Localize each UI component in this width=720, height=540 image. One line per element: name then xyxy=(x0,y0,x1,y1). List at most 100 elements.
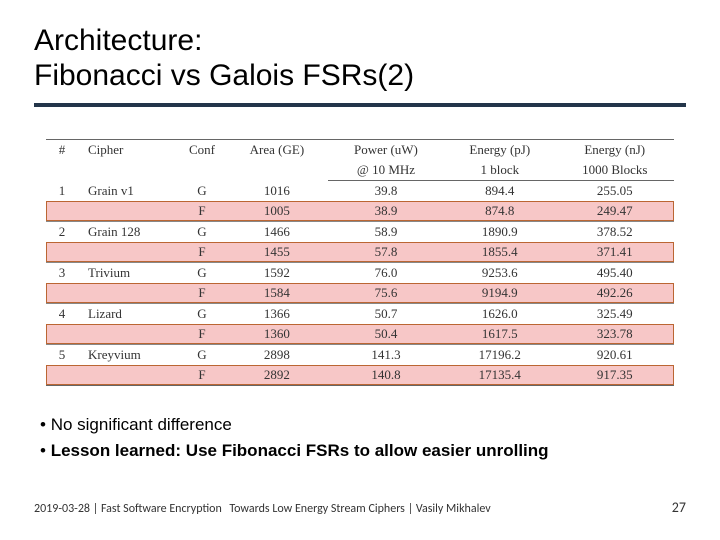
cell-cipher xyxy=(78,365,178,386)
cell-e1: 9194.9 xyxy=(444,283,555,304)
col-num-header: # xyxy=(46,140,78,181)
comparison-table-wrap: # Cipher Conf Area (GE) Power (uW) Energ… xyxy=(0,115,720,394)
footer-left: 2019-03-28 | Fast Software Encryption xyxy=(34,502,222,516)
cell-area: 1584 xyxy=(226,283,328,304)
cell-conf: G xyxy=(178,304,226,325)
cell-cipher: Lizard xyxy=(78,304,178,325)
col-energy1-sub: 1 block xyxy=(444,160,555,181)
cell-conf: F xyxy=(178,242,226,263)
cell-num: 2 xyxy=(46,222,78,243)
cell-cipher: Grain v1 xyxy=(78,181,178,202)
cell-num xyxy=(46,365,78,386)
cell-area: 1016 xyxy=(226,181,328,202)
cell-e1: 17135.4 xyxy=(444,365,555,386)
cell-power: 141.3 xyxy=(328,345,444,366)
header-row-1: # Cipher Conf Area (GE) Power (uW) Energ… xyxy=(46,140,674,161)
comparison-table: # Cipher Conf Area (GE) Power (uW) Energ… xyxy=(46,139,674,386)
col-energy1-header: Energy (pJ) xyxy=(444,140,555,161)
cell-conf: G xyxy=(178,345,226,366)
cell-power: 50.4 xyxy=(328,324,444,345)
cell-power: 50.7 xyxy=(328,304,444,325)
slide-footer: 2019-03-28 | Fast Software Encryption To… xyxy=(0,499,720,516)
cell-conf: F xyxy=(178,283,226,304)
cell-e2: 378.52 xyxy=(556,222,675,243)
table-row: 5KreyviumG2898141.317196.2920.61 xyxy=(46,345,674,366)
cell-conf: G xyxy=(178,181,226,202)
cell-cipher: Grain 128 xyxy=(78,222,178,243)
cell-area: 1005 xyxy=(226,201,328,222)
cell-e2: 371.41 xyxy=(556,242,675,263)
cell-num: 4 xyxy=(46,304,78,325)
col-conf-header: Conf xyxy=(178,140,226,181)
bullet-1: No significant difference xyxy=(40,412,680,438)
cell-e2: 492.26 xyxy=(556,283,675,304)
cell-num xyxy=(46,242,78,263)
table-row: F136050.41617.5323.78 xyxy=(46,324,674,345)
cell-num xyxy=(46,283,78,304)
cell-e1: 874.8 xyxy=(444,201,555,222)
bullet-2-lead: Lesson learned: xyxy=(51,441,181,460)
cell-cipher xyxy=(78,201,178,222)
cell-conf: F xyxy=(178,365,226,386)
bullet-2: Lesson learned: Use Fibonacci FSRs to al… xyxy=(40,438,680,464)
cell-conf: F xyxy=(178,201,226,222)
table-row: F100538.9874.8249.47 xyxy=(46,201,674,222)
cell-cipher: Trivium xyxy=(78,263,178,284)
cell-area: 2892 xyxy=(226,365,328,386)
cell-conf: G xyxy=(178,263,226,284)
col-energy2-sub: 1000 Blocks xyxy=(556,160,675,181)
cell-e1: 1626.0 xyxy=(444,304,555,325)
title-rule xyxy=(34,103,686,107)
cell-area: 1466 xyxy=(226,222,328,243)
page-number: 27 xyxy=(672,499,686,516)
cell-conf: F xyxy=(178,324,226,345)
cell-area: 1360 xyxy=(226,324,328,345)
title-line-2: Fibonacci vs Galois FSRs(2) xyxy=(34,59,414,92)
cell-e1: 1617.5 xyxy=(444,324,555,345)
col-power-header: Power (uW) xyxy=(328,140,444,161)
cell-e2: 917.35 xyxy=(556,365,675,386)
cell-num: 5 xyxy=(46,345,78,366)
slide-title: Architecture: Fibonacci vs Galois FSRs(2… xyxy=(34,24,686,93)
title-block: Architecture: Fibonacci vs Galois FSRs(2… xyxy=(0,0,720,115)
cell-power: 76.0 xyxy=(328,263,444,284)
table-row: F145557.81855.4371.41 xyxy=(46,242,674,263)
cell-area: 2898 xyxy=(226,345,328,366)
cell-e1: 9253.6 xyxy=(444,263,555,284)
cell-e2: 255.05 xyxy=(556,181,675,202)
cell-power: 58.9 xyxy=(328,222,444,243)
cell-e2: 325.49 xyxy=(556,304,675,325)
cell-cipher xyxy=(78,283,178,304)
table-body: 1Grain v1G101639.8894.4255.05F100538.987… xyxy=(46,181,674,386)
col-cipher-header: Cipher xyxy=(78,140,178,181)
cell-power: 39.8 xyxy=(328,181,444,202)
cell-e2: 920.61 xyxy=(556,345,675,366)
cell-num xyxy=(46,324,78,345)
table-row: 3TriviumG159276.09253.6495.40 xyxy=(46,263,674,284)
cell-num: 1 xyxy=(46,181,78,202)
cell-power: 38.9 xyxy=(328,201,444,222)
table-row: 4LizardG136650.71626.0325.49 xyxy=(46,304,674,325)
cell-num: 3 xyxy=(46,263,78,284)
cell-cipher: Kreyvium xyxy=(78,345,178,366)
cell-e1: 894.4 xyxy=(444,181,555,202)
cell-e2: 323.78 xyxy=(556,324,675,345)
table-row: 2Grain 128G146658.91890.9378.52 xyxy=(46,222,674,243)
cell-power: 57.8 xyxy=(328,242,444,263)
table-row: F158475.69194.9492.26 xyxy=(46,283,674,304)
cell-conf: G xyxy=(178,222,226,243)
cell-e1: 1890.9 xyxy=(444,222,555,243)
cell-power: 140.8 xyxy=(328,365,444,386)
cell-cipher xyxy=(78,324,178,345)
bullet-list: No significant difference Lesson learned… xyxy=(0,394,720,463)
bullet-2-rest: Use Fibonacci FSRs to allow easier unrol… xyxy=(181,441,548,460)
cell-area: 1455 xyxy=(226,242,328,263)
cell-area: 1366 xyxy=(226,304,328,325)
cell-e1: 17196.2 xyxy=(444,345,555,366)
slide: Architecture: Fibonacci vs Galois FSRs(2… xyxy=(0,0,720,540)
table-row: 1Grain v1G101639.8894.4255.05 xyxy=(46,181,674,202)
cell-area: 1592 xyxy=(226,263,328,284)
cell-power: 75.6 xyxy=(328,283,444,304)
cell-e1: 1855.4 xyxy=(444,242,555,263)
footer-center: Towards Low Energy Stream Ciphers | Vasi… xyxy=(229,502,490,516)
